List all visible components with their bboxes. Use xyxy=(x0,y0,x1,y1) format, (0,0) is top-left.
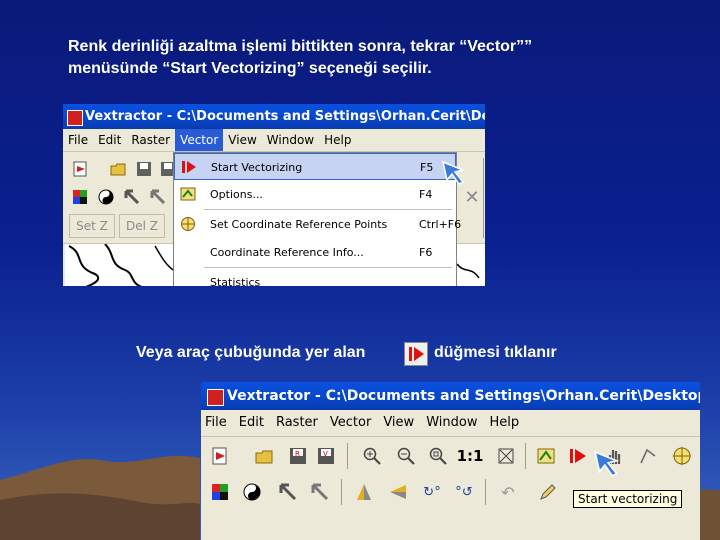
menubar: File Edit Raster Vector View Window Help xyxy=(63,129,485,152)
screenshot-vector-menu: Vextractor - C:\Documents and Settings\O… xyxy=(63,104,485,286)
app-icon xyxy=(67,110,83,126)
menu-item-label: Options... xyxy=(210,188,263,201)
crosshair-icon xyxy=(181,217,195,231)
save-raster-icon[interactable]: R xyxy=(287,445,309,467)
svg-text:V: V xyxy=(323,450,328,458)
menu-file[interactable]: File xyxy=(201,410,235,436)
window-title: Vextractor - C:\Documents and Settings\O… xyxy=(227,388,700,404)
flip-vertical-icon[interactable] xyxy=(353,481,375,503)
zoom-1-1-button[interactable]: 1:1 xyxy=(457,445,484,467)
menu-edit[interactable]: Edit xyxy=(235,410,272,436)
new-file-icon[interactable] xyxy=(69,158,91,180)
mouse-cursor-icon xyxy=(441,160,466,185)
toolbar-divider xyxy=(485,479,486,505)
menu-help[interactable]: Help xyxy=(485,410,527,436)
menu-item-label: Set Coordinate Reference Points xyxy=(210,218,388,231)
app-icon xyxy=(207,389,224,406)
rotate-cw-icon[interactable]: ↻° xyxy=(421,481,443,503)
menu-item-shortcut: Ctrl+F6 xyxy=(419,218,462,231)
menu-item-shortcut: F4 xyxy=(419,188,433,201)
save-raster-icon[interactable] xyxy=(133,158,155,180)
svg-text:R: R xyxy=(295,450,300,458)
screenshot-toolbar: Vextractor - C:\Documents and Settings\O… xyxy=(201,382,700,540)
tooltip-start-vectorizing: Start vectorizing xyxy=(573,490,683,508)
flip-horizontal-icon[interactable] xyxy=(387,481,409,503)
menu-statistics[interactable]: Statistics xyxy=(174,269,456,286)
menu-item-label: Start Vectorizing xyxy=(211,161,303,174)
menu-window[interactable]: Window xyxy=(262,129,319,151)
color-palette-icon[interactable] xyxy=(209,481,231,503)
zoom-window-icon[interactable] xyxy=(427,445,449,467)
menu-item-label: Statistics xyxy=(210,276,261,286)
del-z-button[interactable]: Del Z xyxy=(119,214,165,238)
set-z-button[interactable]: Set Z xyxy=(69,214,115,238)
menu-item-shortcut: F6 xyxy=(419,246,433,259)
toolbar-divider xyxy=(347,443,348,469)
arrow-tool-2-icon[interactable] xyxy=(309,481,331,503)
window-titlebar[interactable]: Vextractor - C:\Documents and Settings\O… xyxy=(63,104,485,129)
menu-raster[interactable]: Raster xyxy=(126,129,175,151)
menu-start-vectorizing[interactable]: Start Vectorizing F5 xyxy=(174,153,456,180)
menu-vector[interactable]: Vector xyxy=(326,410,379,436)
menu-raster[interactable]: Raster xyxy=(272,410,326,436)
options-icon[interactable] xyxy=(535,445,557,467)
start-vectorizing-button[interactable] xyxy=(567,445,589,467)
save-vector-icon[interactable]: V xyxy=(315,445,337,467)
menu-item-shortcut: F5 xyxy=(420,161,434,174)
play-icon xyxy=(182,161,196,173)
raster-canvas-right xyxy=(455,244,485,286)
raster-canvas[interactable] xyxy=(65,243,174,286)
polyline-tool-icon[interactable] xyxy=(637,445,659,467)
window-title: Vextractor - C:\Documents and Settings\O… xyxy=(85,109,485,124)
fit-window-icon[interactable] xyxy=(495,445,517,467)
window-titlebar[interactable]: Vextractor - C:\Documents and Settings\O… xyxy=(201,382,700,410)
zoom-out-icon[interactable] xyxy=(395,445,417,467)
open-folder-icon[interactable] xyxy=(107,158,129,180)
toolbar-divider xyxy=(525,443,526,469)
menu-separator xyxy=(204,209,452,210)
arrow-tool-2-icon[interactable] xyxy=(147,186,169,208)
toolbar-divider xyxy=(341,479,342,505)
menu-options[interactable]: Options... F4 xyxy=(174,181,456,208)
menu-vector[interactable]: Vector xyxy=(175,129,224,151)
toolbar-caption-left: Veya araç çubuğunda yer alan xyxy=(136,344,366,361)
menu-separator xyxy=(204,267,452,268)
menu-item-label: Coordinate Reference Info... xyxy=(210,246,364,259)
options-icon xyxy=(180,187,196,201)
caption-line-1: Renk derinliği azaltma işlemi bittikten … xyxy=(68,38,533,55)
caption-line-2: menüsünde “Start Vectorizing” seçeneği s… xyxy=(68,60,432,77)
menu-window[interactable]: Window xyxy=(422,410,485,436)
arrow-tool-icon[interactable] xyxy=(277,481,299,503)
new-file-icon[interactable] xyxy=(209,445,231,467)
pencil-icon[interactable] xyxy=(537,481,559,503)
toolbar-divider xyxy=(483,158,484,238)
close-icon[interactable]: ✕ xyxy=(461,186,483,208)
rotate-ccw-icon[interactable]: °↺ xyxy=(453,481,475,503)
menu-view[interactable]: View xyxy=(223,129,261,151)
menubar: File Edit Raster Vector View Window Help xyxy=(201,410,700,437)
open-folder-icon[interactable] xyxy=(253,445,275,467)
menu-file[interactable]: File xyxy=(63,129,93,151)
mouse-cursor-icon xyxy=(594,450,620,477)
main-toolbar: R V 1:1 ↻° °↺ ↶ xyxy=(201,437,700,540)
grayscale-icon[interactable] xyxy=(95,186,117,208)
slide-caption: Renk derinliği azaltma işlemi bittikten … xyxy=(68,36,668,80)
grayscale-icon[interactable] xyxy=(241,481,263,503)
menu-coordinate-reference-info[interactable]: Coordinate Reference Info... F6 xyxy=(174,239,456,266)
color-palette-icon[interactable] xyxy=(69,186,91,208)
menu-set-coordinate-reference-points[interactable]: Set Coordinate Reference Points Ctrl+F6 xyxy=(174,211,461,238)
inline-start-vectorizing-icon xyxy=(404,342,428,366)
toolbar-caption-right: düğmesi tıklanır xyxy=(434,344,557,361)
menu-edit[interactable]: Edit xyxy=(93,129,126,151)
arrow-tool-icon[interactable] xyxy=(121,186,143,208)
menu-help[interactable]: Help xyxy=(319,129,356,151)
crosshair-icon[interactable] xyxy=(671,445,693,467)
vector-menu-dropdown: Start Vectorizing F5 Options... F4 Set C… xyxy=(173,152,461,286)
zoom-in-icon[interactable] xyxy=(361,445,383,467)
undo-icon[interactable]: ↶ xyxy=(497,481,519,503)
menu-view[interactable]: View xyxy=(379,410,422,436)
